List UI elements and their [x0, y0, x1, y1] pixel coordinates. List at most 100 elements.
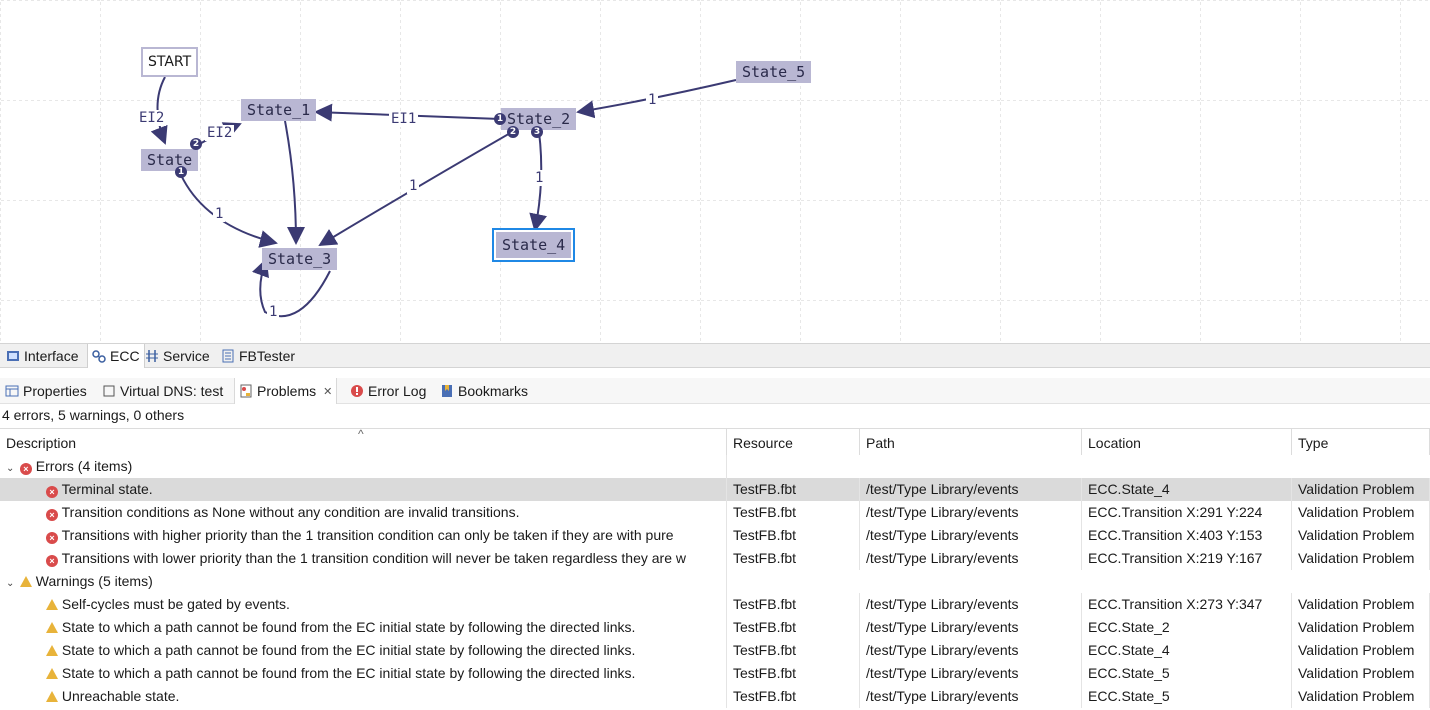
- tab-virtual-dns-label: Virtual DNS: test: [120, 383, 224, 399]
- table-row[interactable]: × Terminal state. TestFB.fbt /test/Type …: [0, 478, 1430, 501]
- tab-properties-label: Properties: [23, 383, 87, 399]
- tab-service-label: Service: [163, 348, 210, 364]
- priority-badge: 3: [531, 126, 543, 138]
- cell-location: ECC.State_5: [1082, 662, 1292, 685]
- tab-service[interactable]: Service: [141, 344, 214, 368]
- cell-description: Unreachable state.: [61, 688, 180, 704]
- cell-location: ECC.Transition X:291 Y:224: [1082, 501, 1292, 524]
- cell-resource: TestFB.fbt: [727, 524, 860, 547]
- cell-description: Self-cycles must be gated by events.: [61, 596, 290, 612]
- table-row[interactable]: Self-cycles must be gated by events. Tes…: [0, 593, 1430, 616]
- tab-problems-label: Problems: [257, 383, 317, 399]
- tab-virtual-dns[interactable]: Virtual DNS: test: [98, 378, 227, 404]
- warning-icon: [46, 691, 58, 702]
- service-icon: [145, 349, 159, 363]
- tab-bookmarks[interactable]: Bookmarks: [436, 378, 532, 404]
- cell-type: Validation Problem: [1292, 593, 1430, 616]
- state-state5[interactable]: State_5: [736, 61, 812, 83]
- group-row-warnings[interactable]: ⌄ Warnings (5 items): [0, 570, 1430, 593]
- cell-description: State to which a path cannot be found fr…: [61, 665, 636, 681]
- table-row[interactable]: × Transitions with higher priority than …: [0, 524, 1430, 547]
- cell-type: Validation Problem: [1292, 639, 1430, 662]
- cell-location: ECC.State_2: [1082, 616, 1292, 639]
- tab-error-log-label: Error Log: [368, 383, 427, 399]
- tab-problems[interactable]: Problems ✕: [234, 378, 338, 404]
- transition-label-state3-self[interactable]: 1: [267, 304, 280, 320]
- cell-description: Transition conditions as None without an…: [61, 504, 520, 520]
- cell-description: State to which a path cannot be found fr…: [61, 642, 636, 658]
- priority-badge: 2: [507, 126, 519, 138]
- column-header-type[interactable]: Type: [1292, 429, 1430, 457]
- transition-label-state-state1[interactable]: EI2: [205, 125, 235, 141]
- view-tab-bar: Properties Virtual DNS: test Problems ✕ …: [0, 378, 1430, 404]
- priority-badge: 1: [175, 166, 187, 178]
- cell-resource: TestFB.fbt: [727, 685, 860, 708]
- table-row[interactable]: Unreachable state. TestFB.fbt /test/Type…: [0, 685, 1430, 708]
- table-row[interactable]: State to which a path cannot be found fr…: [0, 662, 1430, 685]
- virtual-dns-icon: [102, 384, 116, 398]
- warning-icon: [46, 645, 58, 656]
- cell-resource: TestFB.fbt: [727, 547, 860, 570]
- priority-badge: 2: [190, 138, 202, 150]
- transition-label-start-state[interactable]: EI2: [137, 110, 167, 126]
- tab-ecc[interactable]: ECC: [87, 344, 145, 368]
- close-icon[interactable]: ✕: [323, 385, 332, 398]
- cell-resource: TestFB.fbt: [727, 616, 860, 639]
- transition-label-state5-state2[interactable]: 1: [646, 92, 659, 108]
- cell-path: /test/Type Library/events: [860, 685, 1082, 708]
- cell-resource: TestFB.fbt: [727, 662, 860, 685]
- state-state[interactable]: State: [141, 149, 199, 171]
- tab-interface[interactable]: Interface: [2, 344, 82, 368]
- cell-type: Validation Problem: [1292, 662, 1430, 685]
- warning-icon: [46, 668, 58, 679]
- table-row[interactable]: State to which a path cannot be found fr…: [0, 616, 1430, 639]
- table-row[interactable]: State to which a path cannot be found fr…: [0, 639, 1430, 662]
- cell-path: /test/Type Library/events: [860, 616, 1082, 639]
- chevron-down-icon[interactable]: ⌄: [6, 572, 16, 593]
- cell-location: ECC.Transition X:403 Y:153: [1082, 524, 1292, 547]
- cell-location: ECC.State_4: [1082, 478, 1292, 501]
- properties-icon: [5, 384, 19, 398]
- ecc-canvas[interactable]: START State State_1 State_2 State_3 Stat…: [0, 0, 1430, 343]
- state-state1[interactable]: State_1: [241, 99, 317, 121]
- state-state4-label: State_4: [496, 232, 572, 258]
- table-row[interactable]: × Transitions with lower priority than t…: [0, 547, 1430, 570]
- table-row[interactable]: × Transition conditions as None without …: [0, 501, 1430, 524]
- cell-location: ECC.State_4: [1082, 639, 1292, 662]
- chevron-down-icon[interactable]: ⌄: [6, 457, 16, 478]
- cell-path: /test/Type Library/events: [860, 524, 1082, 547]
- tab-ecc-label: ECC: [110, 348, 140, 364]
- transition-label-state2-state1[interactable]: EI1: [389, 111, 419, 127]
- tab-properties[interactable]: Properties: [1, 378, 91, 404]
- column-header-description[interactable]: Description ^: [0, 427, 727, 457]
- problems-summary: 4 errors, 5 warnings, 0 others: [2, 407, 185, 423]
- transition-label-state2-state3[interactable]: 1: [407, 178, 420, 194]
- cell-resource: TestFB.fbt: [727, 639, 860, 662]
- transition-label-state2-state4[interactable]: 1: [533, 170, 546, 186]
- cell-type: Validation Problem: [1292, 478, 1430, 501]
- group-label: Errors (4 items): [35, 458, 133, 474]
- cell-resource: TestFB.fbt: [727, 593, 860, 616]
- cell-path: /test/Type Library/events: [860, 662, 1082, 685]
- cell-type: Validation Problem: [1292, 616, 1430, 639]
- column-header-path[interactable]: Path: [860, 429, 1082, 457]
- column-header-location[interactable]: Location: [1082, 429, 1292, 457]
- transition-label-state-state3[interactable]: 1: [213, 206, 226, 222]
- error-icon: ×: [46, 532, 58, 544]
- group-row-errors[interactable]: ⌄ × Errors (4 items): [0, 455, 1430, 478]
- cell-description: State to which a path cannot be found fr…: [61, 619, 636, 635]
- column-header-description-label: Description: [6, 435, 77, 451]
- ecc-icon: [92, 349, 106, 363]
- priority-badge: 1: [494, 113, 506, 125]
- cell-type: Validation Problem: [1292, 501, 1430, 524]
- column-header-resource[interactable]: Resource: [727, 429, 860, 457]
- state-state3[interactable]: State_3: [262, 248, 338, 270]
- tab-fbtester[interactable]: FBTester: [217, 344, 299, 368]
- state-start[interactable]: START: [141, 47, 199, 77]
- tab-bookmarks-label: Bookmarks: [458, 383, 529, 399]
- cell-resource: TestFB.fbt: [727, 478, 860, 501]
- tab-error-log[interactable]: Error Log: [346, 378, 430, 404]
- state-state4[interactable]: State_4: [492, 228, 576, 262]
- cell-location: ECC.State_5: [1082, 685, 1292, 708]
- warning-icon: [46, 622, 58, 633]
